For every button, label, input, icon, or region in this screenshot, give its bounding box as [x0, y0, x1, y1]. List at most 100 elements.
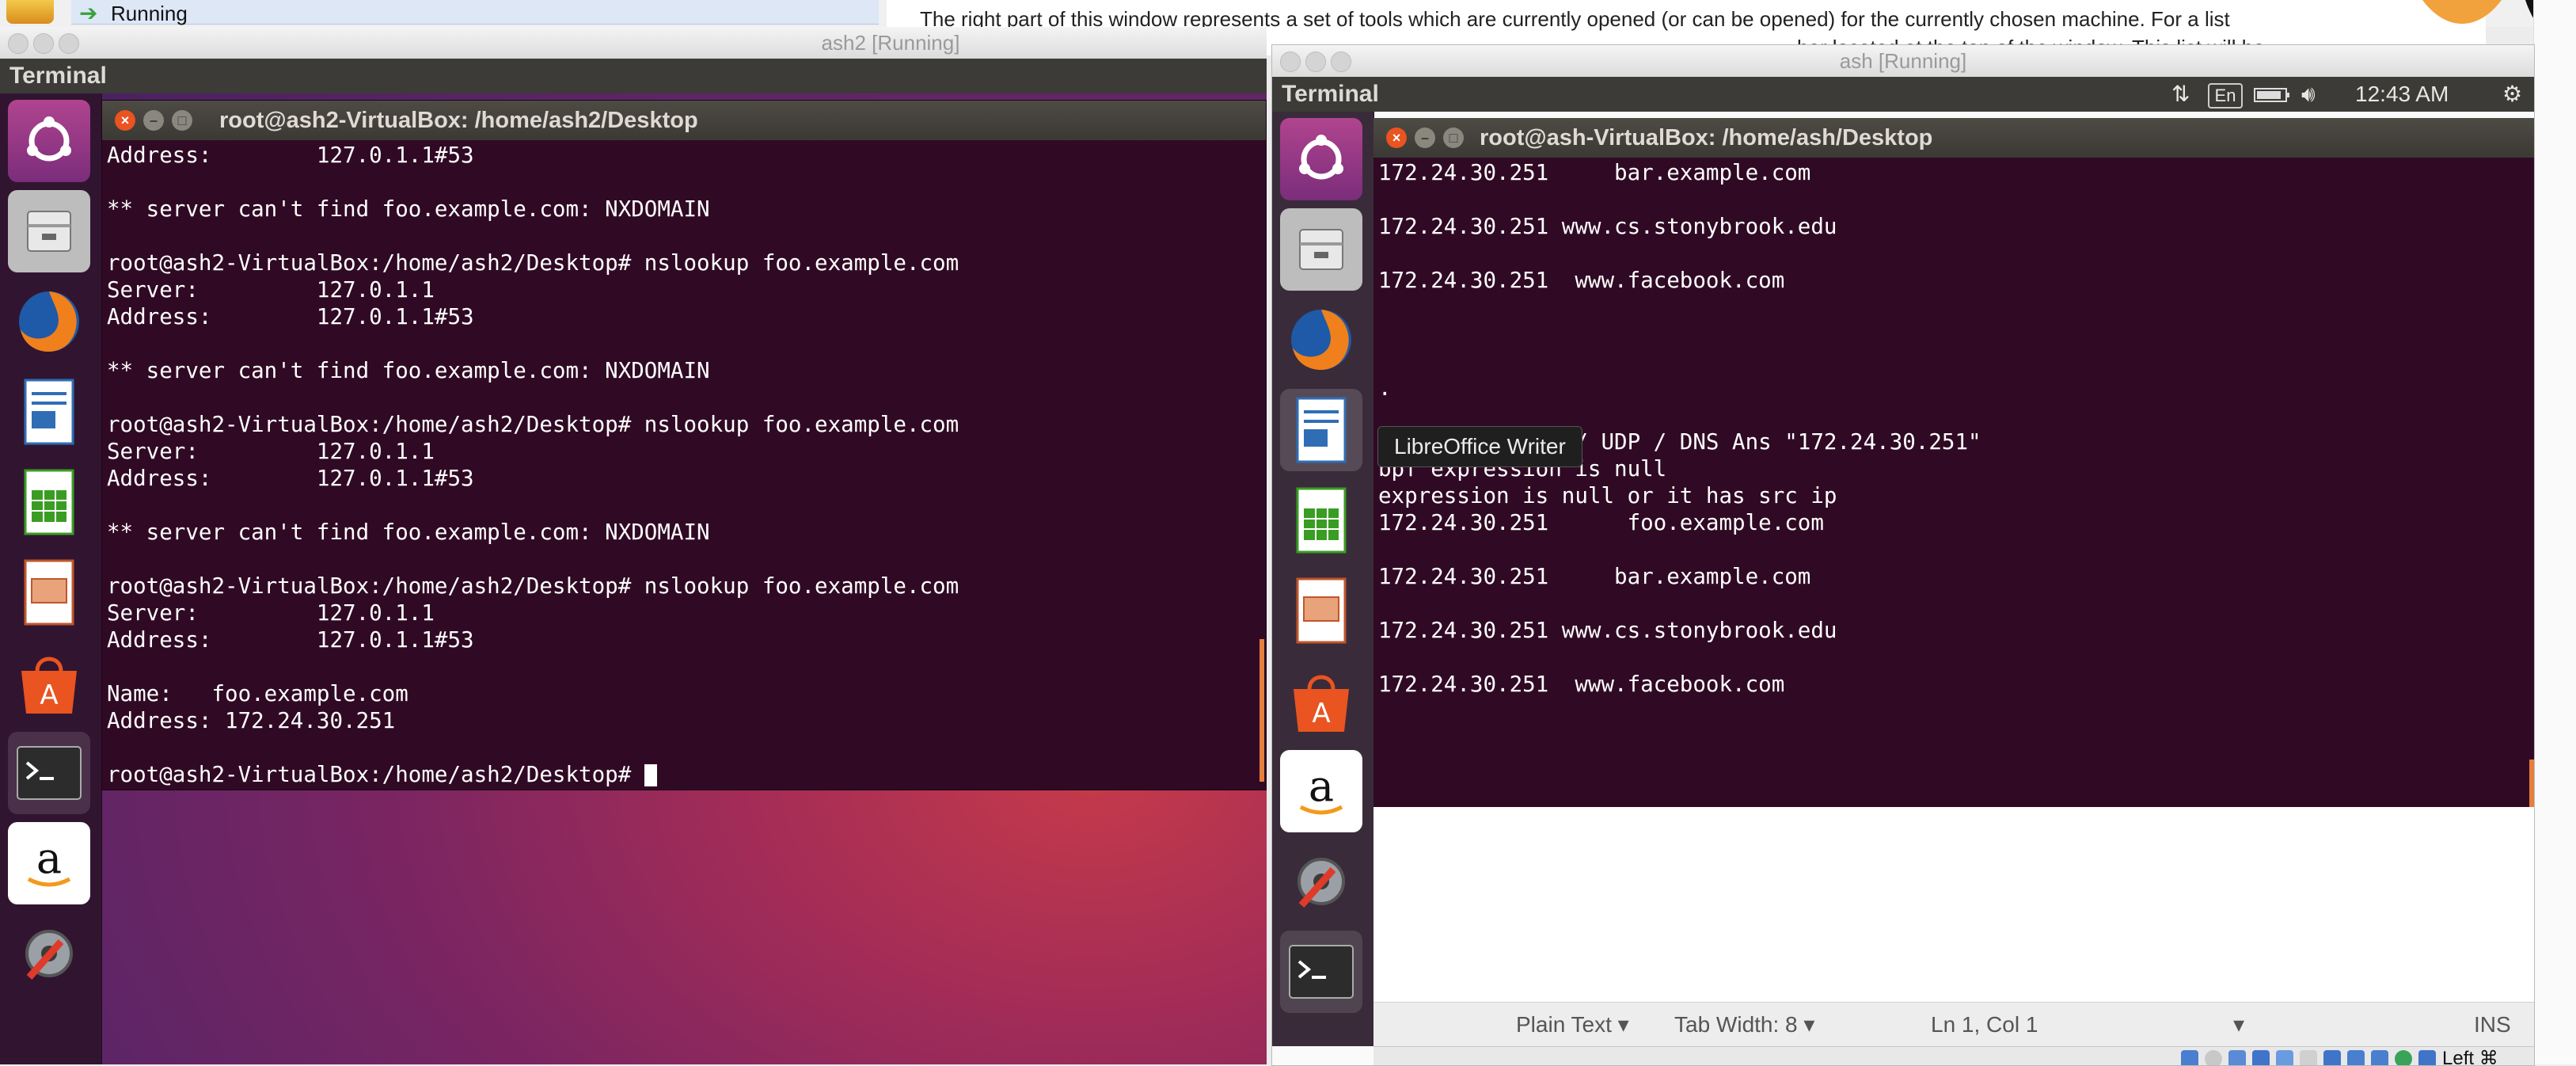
maximize-icon[interactable]: □ [172, 110, 192, 131]
vm-state-label: Running [111, 2, 188, 25]
usb-icon[interactable] [2276, 1050, 2293, 1065]
impress-icon[interactable] [1280, 569, 1362, 652]
terminal-titlebar[interactable]: × – □ root@ash-VirtualBox: /home/ash/Des… [1373, 118, 2534, 158]
ubuntu-dash-icon[interactable] [8, 100, 90, 182]
scrollbar[interactable] [2529, 760, 2534, 807]
terminal-output[interactable]: 172.24.30.251 bar.example.com 172.24.30.… [1378, 159, 2526, 793]
system-settings-icon[interactable] [1280, 840, 1362, 923]
software-center-icon[interactable]: A [1280, 660, 1362, 742]
terminal-output[interactable]: Address: 127.0.1.1#53 ** server can't fi… [107, 142, 1263, 787]
terminal-line: Name: foo.example.com [107, 681, 408, 706]
panel-app-title: Terminal [9, 63, 107, 89]
terminal-line: Server: 127.0.1.1 [107, 600, 435, 626]
terminal-line: 172.24.30.251 www.facebook.com [1378, 268, 1785, 293]
close-icon[interactable]: × [1386, 128, 1407, 148]
close-icon[interactable]: × [115, 110, 135, 131]
terminal-line: ** server can't find foo.example.com: NX… [107, 520, 710, 545]
keyboard-indicator[interactable]: En [2208, 83, 2243, 109]
terminal-titlebar[interactable]: × – □ root@ash2-VirtualBox: /home/ash2/D… [102, 101, 1266, 140]
amazon-icon[interactable]: a [1280, 750, 1362, 832]
terminal-line: 172.24.30.251 www.facebook.com [1378, 672, 1785, 697]
maximize-icon[interactable]: □ [1443, 128, 1464, 148]
panel-app-title: Terminal [1282, 81, 1379, 107]
terminal-title: root@ash-VirtualBox: /home/ash/Desktop [1480, 125, 1933, 150]
syntax-label: Plain Text [1516, 1012, 1612, 1037]
svg-text:a: a [36, 833, 62, 883]
terminal-line: Address: 127.0.1.1#53 [107, 304, 474, 329]
minimize-icon[interactable]: – [1415, 128, 1435, 148]
calc-icon[interactable] [1280, 479, 1362, 562]
volume-icon[interactable]: 🔊︎ [2301, 77, 2316, 112]
minimize-icon[interactable]: – [143, 110, 164, 131]
calc-icon[interactable] [8, 461, 90, 543]
terminal-line: ** server can't find foo.example.com: NX… [107, 358, 710, 383]
files-icon[interactable] [8, 190, 90, 272]
audio-icon[interactable] [2228, 1050, 2246, 1065]
gear-icon[interactable]: ⚙ [2502, 77, 2522, 112]
amazon-icon[interactable]: a [8, 822, 90, 904]
clock[interactable]: 12:43 AM [2355, 77, 2449, 112]
chevron-down-icon: ▾ [1617, 1012, 1629, 1037]
terminal-line: Address: 127.0.1.1#53 [107, 627, 474, 653]
chevron-down-icon[interactable]: ▾ [2233, 1003, 2244, 1047]
firefox-icon[interactable] [8, 280, 90, 363]
ubuntu-dash-icon[interactable] [1280, 118, 1362, 200]
syntax-selector[interactable]: Plain Text ▾ [1516, 1003, 1629, 1047]
chevron-down-icon: ▾ [1803, 1012, 1815, 1037]
vm1-titlebar[interactable]: ash2 [Running] [0, 27, 1267, 59]
terminal-icon[interactable] [8, 732, 90, 814]
terminal-line: 172.24.30.251 foo.example.com [1378, 510, 1824, 535]
terminal-line: Server: 127.0.1.1 [107, 439, 435, 464]
vm2-titlebar[interactable]: ash [Running] [1272, 45, 2534, 78]
text-editor-area[interactable] [1373, 807, 2534, 1002]
scrollbar[interactable] [1260, 639, 1264, 782]
system-settings-icon[interactable] [8, 912, 90, 995]
virtualbox-app-icon [6, 0, 54, 24]
vm2-window-title: ash [Running] [1839, 49, 1967, 73]
terminal-window-ash2[interactable]: × – □ root@ash2-VirtualBox: /home/ash2/D… [101, 100, 1267, 790]
host-right-panel [2533, 0, 2576, 1064]
writer-icon[interactable] [8, 371, 90, 453]
keyboard-capture-icon[interactable] [2418, 1050, 2436, 1065]
recording-icon[interactable] [2347, 1050, 2365, 1065]
vm1-window-title: ash2 [Running] [821, 31, 960, 55]
terminal-icon[interactable] [1280, 931, 1362, 1013]
network-adapter-icon[interactable] [2252, 1050, 2270, 1065]
insert-mode-label: INS [2474, 1012, 2511, 1037]
vm-list-item[interactable] [71, 0, 879, 25]
display-icon[interactable] [2323, 1050, 2341, 1065]
vm-window-ash2: ash2 [Running] Terminal A a × – □ root@a… [0, 27, 1267, 1064]
network-icon[interactable]: ⇅ [2171, 77, 2190, 112]
software-center-icon[interactable]: A [8, 642, 90, 724]
impress-icon[interactable] [8, 551, 90, 634]
cursor-position-selector[interactable]: Ln 1, Col 1 [1931, 1003, 2038, 1047]
hard-disk-icon[interactable] [2181, 1050, 2198, 1065]
battery-icon[interactable] [2254, 86, 2292, 104]
virtualbox-statusbar: Left ⌘ [1373, 1046, 2534, 1065]
firefox-icon[interactable] [1280, 299, 1362, 381]
writer-icon[interactable] [1280, 389, 1362, 471]
shared-folders-icon[interactable] [2300, 1050, 2317, 1065]
svg-text:A: A [1312, 698, 1330, 729]
text-cursor [644, 764, 657, 786]
cpu-icon[interactable] [2371, 1050, 2388, 1065]
files-icon[interactable] [1280, 208, 1362, 291]
prompt-line[interactable]: root@ash2-VirtualBox:/home/ash2/Desktop# [107, 761, 1263, 787]
optical-drive-icon[interactable] [2205, 1050, 2222, 1065]
unity-launcher: A a [1272, 112, 1374, 1046]
cursor-position-label: Ln 1, Col 1 [1931, 1012, 2038, 1037]
tab-width-selector[interactable]: Tab Width: 8 ▾ [1674, 1003, 1814, 1047]
terminal-line: Address: 127.0.1.1#53 [107, 143, 474, 168]
mouse-integration-icon[interactable] [2395, 1050, 2412, 1065]
